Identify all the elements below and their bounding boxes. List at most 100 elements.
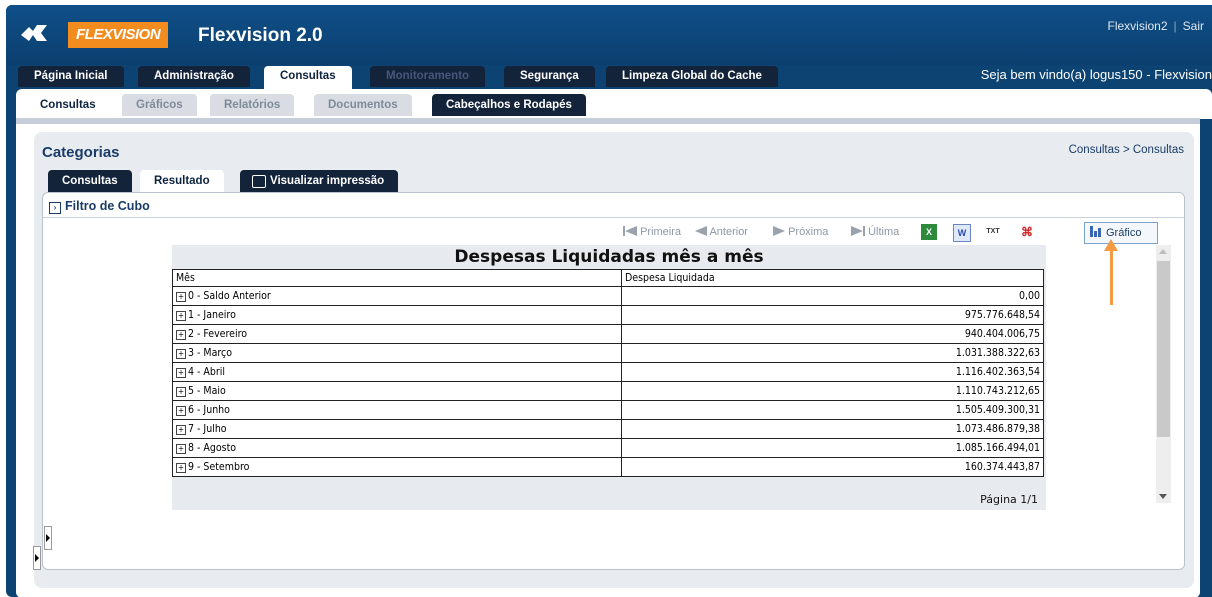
expand-row-icon[interactable]: +: [176, 330, 186, 340]
tab-consultas-panel[interactable]: Consultas: [48, 170, 132, 192]
row-mes-label: 8 - Agosto: [188, 442, 237, 454]
row-valor-cell: 1.110.743.212,65: [621, 381, 1044, 401]
expand-row-icon[interactable]: +: [176, 444, 186, 454]
row-mes-cell[interactable]: +5 - Maio: [172, 381, 622, 401]
expand-row-icon[interactable]: +: [176, 463, 186, 473]
prev-page-icon: [695, 226, 707, 236]
breadcrumb[interactable]: Consultas > Consultas: [1069, 144, 1184, 156]
page-indicator: Página 1/1: [980, 493, 1038, 506]
app-header: FLEXVISION Flexvision 2.0 Flexvision2 | Sa…: [6, 5, 1212, 65]
subtab-relatorios[interactable]: Relatórios: [210, 94, 295, 116]
row-mes-label: 6 - Junho: [188, 404, 230, 416]
expand-row-icon[interactable]: +: [176, 425, 186, 435]
expand-row-icon[interactable]: +: [176, 406, 186, 416]
word-icon[interactable]: W: [953, 224, 971, 242]
grafico-button[interactable]: Gráfico: [1084, 222, 1158, 244]
filtro-cubo-label: Filtro de Cubo: [65, 199, 150, 213]
first-page-button[interactable]: Primeira: [623, 226, 681, 238]
row-mes-cell[interactable]: +6 - Junho: [172, 400, 622, 420]
expand-icon: ›: [49, 202, 61, 214]
txt-icon[interactable]: TXT: [985, 224, 1001, 240]
row-mes-cell[interactable]: +9 - Setembro: [172, 457, 622, 477]
subtab-cabecalhos-rodapes[interactable]: Cabeçalhos e Rodapés: [432, 94, 586, 116]
subtab-graficos[interactable]: Gráficos: [122, 94, 197, 116]
row-mes-cell[interactable]: +7 - Julho: [172, 419, 622, 439]
report-area: Despesas Liquidadas mês a mês Mês Despes…: [172, 245, 1046, 510]
expand-row-icon[interactable]: +: [176, 349, 186, 359]
printer-icon: [252, 175, 266, 188]
tab-consultas[interactable]: Consultas: [264, 66, 352, 89]
row-valor-cell: 1.085.166.494,01: [621, 438, 1044, 458]
next-page-button[interactable]: Próxima: [773, 226, 828, 238]
table-row: +3 - Março 1.031.388.322,63: [172, 343, 1044, 363]
prev-page-button[interactable]: Anterior: [695, 226, 748, 238]
row-mes-cell[interactable]: +3 - Março: [172, 343, 622, 363]
row-mes-label: 0 - Saldo Anterior: [188, 290, 271, 302]
table-row: +6 - Junho 1.505.409.300,31: [172, 400, 1044, 420]
table-row: +2 - Fevereiro 940.404.006,75: [172, 324, 1044, 344]
row-mes-label: 5 - Maio: [188, 385, 226, 397]
scroll-down-icon[interactable]: [1159, 494, 1167, 499]
brand-logo: FLEXVISION: [68, 22, 169, 48]
expand-row-icon[interactable]: +: [176, 387, 186, 397]
column-header-despesa: Despesa Liquidada: [621, 269, 1044, 287]
row-mes-label: 1 - Janeiro: [188, 309, 236, 321]
prev-page-label: Anterior: [709, 226, 748, 238]
table-row: +4 - Abril 1.116.402.363,54: [172, 362, 1044, 382]
table-row: +0 - Saldo Anterior 0,00: [172, 286, 1044, 306]
grafico-label: Gráfico: [1106, 227, 1142, 239]
row-mes-label: 9 - Setembro: [188, 461, 250, 473]
tab-visualizar-impressao[interactable]: Visualizar impressão: [240, 170, 399, 192]
next-page-icon: [773, 226, 785, 236]
row-valor-cell: 0,00: [621, 286, 1044, 306]
panel-title: Categorias: [42, 144, 120, 161]
expand-row-icon[interactable]: +: [176, 368, 186, 378]
subtab-consultas[interactable]: Consultas: [26, 94, 110, 116]
last-page-arrow-icon: [851, 226, 863, 236]
expand-row-icon[interactable]: +: [176, 292, 186, 302]
chart-icon: [1090, 226, 1103, 237]
row-valor-cell: 975.776.648,54: [621, 305, 1044, 325]
panel-expand-handle[interactable]: [44, 526, 52, 550]
sidebar-expand-handle[interactable]: [33, 546, 41, 570]
user-link[interactable]: Flexvision2: [1108, 19, 1168, 33]
row-mes-cell[interactable]: +1 - Janeiro: [172, 305, 622, 325]
row-valor-cell: 1.073.486.879,38: [621, 419, 1044, 439]
table-row: +1 - Janeiro 975.776.648,54: [172, 305, 1044, 325]
app-frame: FLEXVISION Flexvision 2.0 Flexvision2 | Sa…: [6, 5, 1212, 597]
app-title: Flexvision 2.0: [198, 25, 323, 46]
result-container: › Filtro de Cubo Primeira Anterior Próxim…: [42, 192, 1185, 570]
report-title: Despesas Liquidadas mês a mês: [454, 247, 764, 267]
filtro-cubo-toggle[interactable]: › Filtro de Cubo: [49, 199, 150, 214]
expand-row-icon[interactable]: +: [176, 311, 186, 321]
tab-pagina-inicial[interactable]: Página Inicial: [18, 66, 124, 87]
row-mes-label: 7 - Julho: [188, 423, 227, 435]
scroll-thumb[interactable]: [1157, 261, 1170, 437]
row-mes-cell[interactable]: +4 - Abril: [172, 362, 622, 382]
subtab-documentos[interactable]: Documentos: [314, 94, 412, 116]
row-mes-cell[interactable]: +0 - Saldo Anterior: [172, 286, 622, 306]
tab-seguranca[interactable]: Segurança: [504, 66, 595, 87]
row-mes-label: 3 - Março: [188, 347, 232, 359]
last-page-button[interactable]: Última: [851, 226, 899, 238]
tab-resultado[interactable]: Resultado: [140, 170, 224, 194]
vertical-scrollbar[interactable]: [1156, 245, 1171, 503]
tab-limpeza-cache[interactable]: Limpeza Global do Cache: [606, 66, 778, 87]
divider: [43, 217, 1184, 218]
flexvision-logo-icon: [19, 19, 49, 49]
excel-icon[interactable]: X: [921, 224, 937, 240]
row-valor-cell: 160.374.443,87: [621, 457, 1044, 477]
tab-administracao[interactable]: Administração: [138, 66, 250, 87]
table-header-row: Mês Despesa Liquidada: [172, 269, 1044, 287]
row-mes-label: 4 - Abril: [188, 366, 226, 378]
row-mes-cell[interactable]: +2 - Fevereiro: [172, 324, 622, 344]
scroll-up-icon[interactable]: [1159, 249, 1167, 254]
user-links: Flexvision2 | Sair: [1107, 19, 1205, 33]
next-page-label: Próxima: [788, 226, 829, 238]
last-page-label: Última: [868, 226, 900, 238]
logout-link[interactable]: Sair: [1183, 19, 1204, 33]
pdf-icon[interactable]: ⌘: [1019, 224, 1035, 240]
row-mes-cell[interactable]: +8 - Agosto: [172, 438, 622, 458]
welcome-message: Seja bem vindo(a) logus150 - Flexvision: [980, 67, 1212, 82]
row-mes-label: 2 - Fevereiro: [188, 328, 248, 340]
